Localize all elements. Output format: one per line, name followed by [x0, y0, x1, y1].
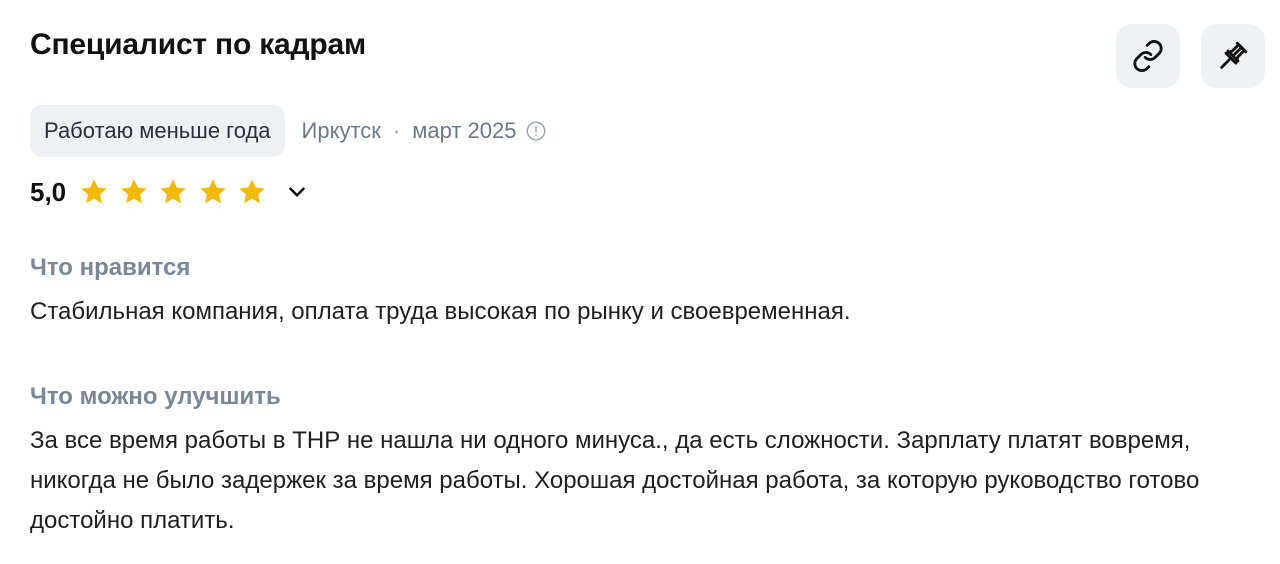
- meta-info: Иркутск · март 2025: [302, 118, 547, 144]
- tenure-badge: Работаю меньше года: [30, 105, 285, 157]
- rating-value: 5,0: [30, 176, 67, 207]
- pin-button[interactable]: [1201, 24, 1265, 88]
- chevron-down-icon[interactable]: [284, 179, 310, 205]
- star-icon: [160, 179, 186, 204]
- date-label: март 2025: [412, 118, 517, 143]
- review-title: Специалист по кадрам: [30, 28, 366, 61]
- pros-label: Что нравится: [30, 254, 191, 281]
- link-icon: [1133, 40, 1163, 72]
- star-icon: [199, 179, 226, 204]
- cons-text: За все время работы в ТНР не нашла ни од…: [30, 427, 1200, 534]
- star-icon: [239, 179, 265, 204]
- cons-label: Что можно улучшить: [30, 383, 281, 410]
- star-icon: [81, 179, 107, 204]
- pin-icon: [1220, 41, 1248, 69]
- pros-text: Стабильная компания, оплата труда высока…: [30, 298, 851, 325]
- review-meta: Работаю меньше года Иркутск · март 2025: [30, 105, 547, 157]
- star-icon: [120, 179, 147, 204]
- city-label: Иркутск: [301, 118, 381, 143]
- copy-link-button[interactable]: [1116, 24, 1180, 88]
- meta-separator: ·: [392, 118, 401, 143]
- star-rating: [78, 176, 276, 208]
- info-icon[interactable]: [525, 120, 547, 142]
- rating-row: 5,0: [30, 172, 310, 212]
